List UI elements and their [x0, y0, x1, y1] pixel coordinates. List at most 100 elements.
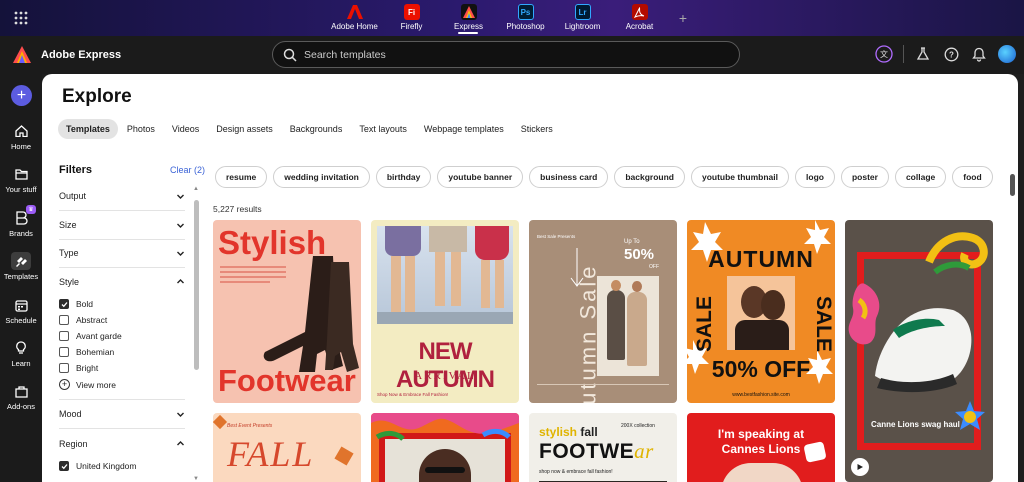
chip-collage[interactable]: collage	[894, 166, 947, 188]
scroll-down-icon[interactable]: ▼	[193, 476, 199, 482]
star-sticker-decoration	[955, 401, 985, 430]
app-express[interactable]: Express	[440, 0, 497, 36]
generative-credits-icon[interactable]: 文	[875, 45, 893, 63]
play-icon	[857, 464, 863, 470]
results-scrollbar[interactable]	[1010, 166, 1016, 482]
rail-item-templates[interactable]: Templates	[0, 252, 42, 281]
template-card[interactable]: Stylish Footwear	[213, 220, 361, 403]
add-app-icon[interactable]: +	[668, 0, 698, 36]
template-card[interactable]: NEW AUTUMN ARRIVAL Shop Now & Embrace Fa…	[371, 220, 519, 403]
chip-logo[interactable]: logo	[795, 166, 835, 188]
tab-backgrounds[interactable]: Backgrounds	[282, 119, 351, 139]
tab-design-assets[interactable]: Design assets	[208, 119, 281, 139]
beaker-icon[interactable]	[914, 45, 932, 63]
filter-mood[interactable]: Mood	[59, 400, 185, 429]
checkbox[interactable]	[59, 315, 69, 325]
style-option-abstract[interactable]: Abstract	[59, 315, 107, 325]
create-new-button[interactable]: +	[11, 85, 32, 106]
app-adobe-home[interactable]: Adobe Home	[326, 0, 383, 36]
style-option-bold[interactable]: Bold	[59, 299, 93, 309]
style-option-bohemian[interactable]: Bohemian	[59, 347, 114, 357]
tab-text-layouts[interactable]: Text layouts	[351, 119, 415, 139]
clear-filters-link[interactable]: Clear (2)	[170, 165, 205, 175]
chip-resume[interactable]: resume	[215, 166, 268, 188]
style-option-avant-garde[interactable]: Avant garde	[59, 331, 122, 341]
checkbox[interactable]	[59, 363, 69, 373]
template-card[interactable]	[371, 413, 519, 482]
add-ons-icon	[11, 382, 31, 400]
app-grid-icon[interactable]	[14, 11, 28, 25]
filters-scrollbar[interactable]: ▲ ▼	[193, 186, 199, 482]
scroll-up-icon[interactable]: ▲	[193, 186, 199, 192]
template-card[interactable]: Best Event Presents FALL	[213, 413, 361, 482]
acrobat-icon	[631, 4, 648, 20]
rail-item-your-stuff[interactable]: Your stuff	[0, 165, 42, 194]
tab-stickers[interactable]: Stickers	[513, 119, 561, 139]
rail-item-schedule[interactable]: Schedule	[0, 296, 42, 325]
rail-item-add-ons[interactable]: Add-ons	[0, 382, 42, 411]
chip-poster[interactable]: poster	[840, 166, 889, 188]
filter-style[interactable]: Style	[59, 267, 185, 296]
tab-templates[interactable]: Templates	[58, 119, 118, 139]
scrollbar-thumb[interactable]	[1010, 174, 1015, 196]
checkbox[interactable]	[59, 347, 69, 357]
template-card[interactable]: Best Sale Presents Up To 50% OFF Autumn …	[529, 220, 677, 403]
chip-youtube-banner[interactable]: youtube banner	[437, 166, 524, 188]
filter-size[interactable]: Size	[59, 211, 185, 240]
scrollbar-thumb[interactable]	[194, 200, 199, 370]
checkbox[interactable]	[59, 461, 69, 471]
home-icon	[11, 122, 31, 140]
tab-videos[interactable]: Videos	[164, 119, 207, 139]
rail-item-learn[interactable]: Learn	[0, 339, 42, 368]
chip-food[interactable]: food	[952, 166, 993, 188]
chip-birthday[interactable]: birthday	[375, 166, 432, 188]
chevron-down-icon	[177, 251, 184, 256]
template-card[interactable]: I'm speaking at Cannes Lions	[687, 413, 835, 482]
app-photoshop[interactable]: Ps Photoshop	[497, 0, 554, 36]
chevron-up-icon	[177, 441, 184, 446]
app-lightroom[interactable]: Lr Lightroom	[554, 0, 611, 36]
chip-background[interactable]: background	[614, 166, 685, 188]
brand[interactable]: Adobe Express	[12, 45, 121, 65]
checkbox[interactable]	[59, 299, 69, 309]
paint-blob-decoration	[848, 283, 880, 345]
notifications-bell-icon[interactable]	[970, 45, 988, 63]
app-acrobat[interactable]: Acrobat	[611, 0, 668, 36]
app-list: Adobe Home Fi Firefly Express Ps Photosh…	[326, 0, 698, 36]
brands-icon: ♛	[11, 205, 36, 227]
help-icon[interactable]: ?	[942, 45, 960, 63]
fall-sale-text: FALL	[227, 434, 315, 474]
template-card[interactable]: AUTUMN SALE SALE 50% OFF www.bestfashion…	[687, 220, 835, 403]
app-firefly[interactable]: Fi Firefly	[383, 0, 440, 36]
tab-photos[interactable]: Photos	[119, 119, 163, 139]
rail-item-brands[interactable]: ♛ Brands	[0, 205, 42, 238]
lightbulb-icon	[11, 339, 31, 357]
search-icon	[283, 48, 297, 62]
view-more-styles[interactable]: + View more	[59, 379, 116, 390]
search-bar[interactable]	[272, 41, 740, 68]
style-option-bright[interactable]: Bright	[59, 363, 98, 373]
brand-name: Adobe Express	[41, 49, 122, 61]
search-input[interactable]	[304, 48, 704, 61]
suggestion-chips: resume wedding invitation birthday youtu…	[215, 166, 1005, 188]
template-card[interactable]: Canne Lions swag haul	[845, 220, 993, 482]
chip-youtube-thumbnail[interactable]: youtube thumbnail	[690, 166, 790, 188]
crown-badge-icon: ♛	[26, 205, 36, 214]
results-count: 5,227 results	[213, 204, 262, 214]
rail-item-home[interactable]: Home	[0, 122, 42, 151]
svg-text:文: 文	[880, 49, 888, 59]
region-option-united-kingdom[interactable]: United Kingdom	[59, 461, 136, 471]
user-avatar[interactable]	[998, 45, 1016, 63]
play-button[interactable]	[851, 458, 869, 476]
checkbox[interactable]	[59, 331, 69, 341]
paint-swirl-decoration	[925, 232, 988, 275]
filter-type[interactable]: Type	[59, 239, 185, 268]
tab-webpage-templates[interactable]: Webpage templates	[416, 119, 512, 139]
filter-region[interactable]: Region	[59, 429, 185, 458]
filter-output[interactable]: Output	[59, 182, 185, 211]
paint-blob-decoration	[371, 413, 519, 441]
chip-business-card[interactable]: business card	[529, 166, 609, 188]
app-switcher-bar: Adobe Home Fi Firefly Express Ps Photosh…	[0, 0, 1024, 36]
template-card[interactable]: 200X collection stylish fall FOOTWEar sh…	[529, 413, 677, 482]
chip-wedding-invitation[interactable]: wedding invitation	[273, 166, 370, 188]
